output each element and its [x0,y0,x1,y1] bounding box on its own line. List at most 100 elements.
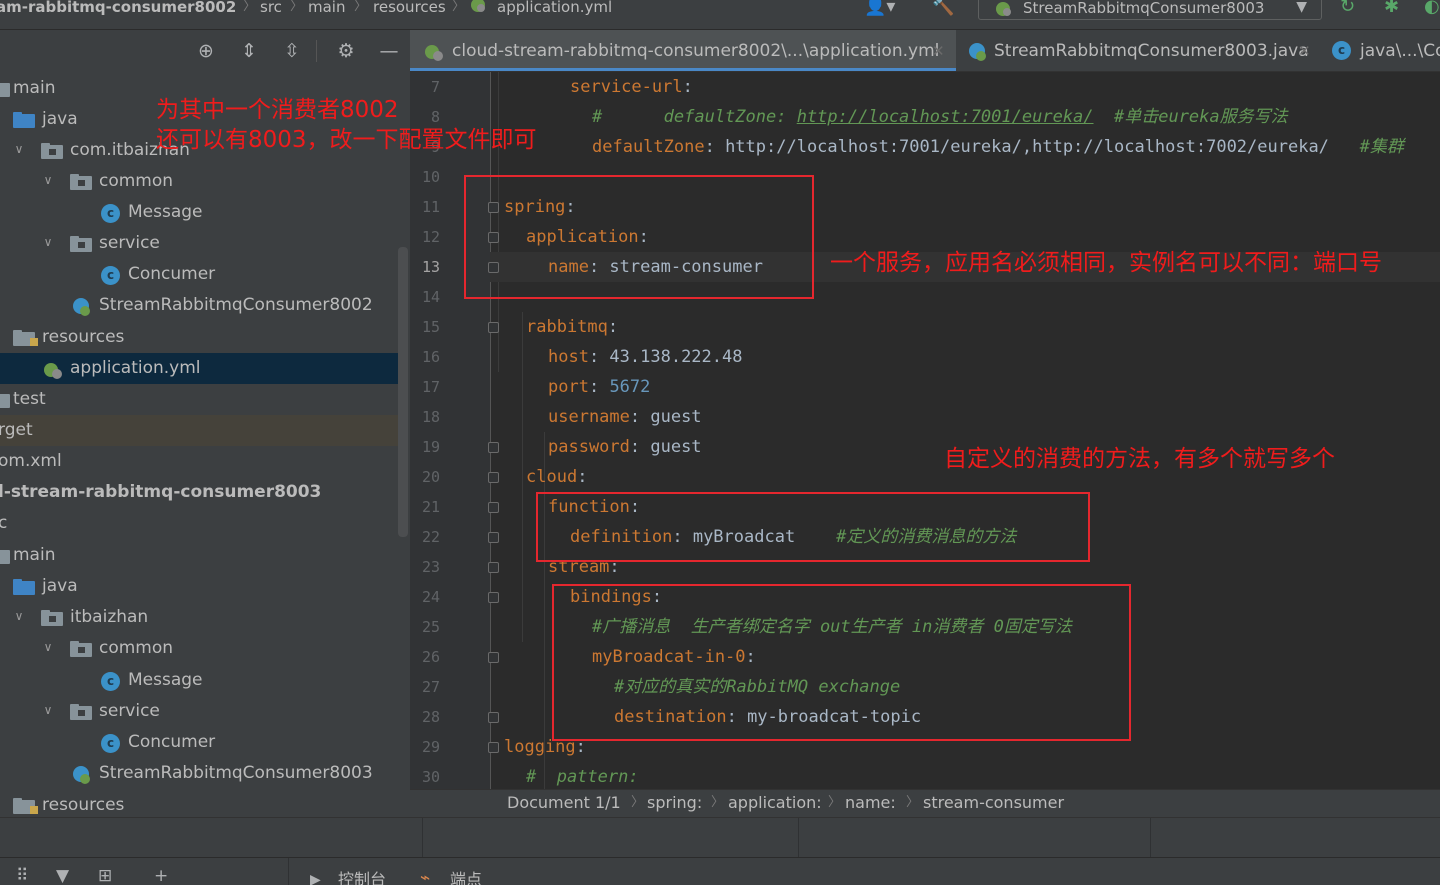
add-frame-icon[interactable]: ⊞ [98,866,112,885]
line-number: 22 [421,528,440,546]
tree-item-main-class-8002[interactable]: StreamRabbitmqConsumer8002 [0,290,398,321]
breadcrumb-application[interactable]: application: [728,793,822,813]
package-icon [70,641,92,657]
run-configuration-select[interactable]: StreamRabbitmqConsumer8003 ▼ [978,0,1322,20]
chevron-down-icon[interactable]: ∨ [41,235,55,249]
tab-label: StreamRabbitmqConsumer8003.java [994,41,1309,61]
tree-item-common[interactable]: ∨ common [0,633,398,664]
breadcrumb-resources[interactable]: resources [373,0,446,16]
line-number: 30 [421,768,440,786]
source-folder-icon [13,579,35,595]
build-hammer-icon[interactable]: 🔨 [932,0,954,16]
console-tab-label[interactable]: 控制台 [338,870,386,885]
close-icon[interactable]: ✕ [1298,41,1311,61]
resources-badge-icon [30,806,38,814]
line-number: 11 [421,198,440,216]
fold-marker-icon[interactable] [488,592,499,603]
tree-item-label: java [42,576,78,596]
tree-item-src[interactable]: c [0,508,398,539]
tree-item-java[interactable]: java [0,571,398,602]
tree-item-main-class-8003[interactable]: StreamRabbitmqConsumer8003 [0,758,398,789]
tree-item-label: java [42,109,78,129]
code-line[interactable]: rabbitmq: [526,312,618,342]
breadcrumb-module[interactable]: am-rabbitmq-consumer8002 [0,0,236,16]
tree-item-service[interactable]: ∨ service [0,696,398,727]
code-line[interactable]: # pattern: [526,762,639,789]
breadcrumb-name[interactable]: name: [845,793,896,813]
expand-all-icon[interactable]: ⇕ [237,39,261,63]
gear-icon[interactable]: ⚙ [334,39,358,63]
grid-layout-icon[interactable]: ⠿ [16,866,28,885]
tab-consumer8003-java[interactable]: StreamRabbitmqConsumer8003.java ✕ [956,30,1322,71]
tree-item-resources[interactable]: resources [0,790,398,817]
user-account-icon[interactable]: 👤▾ [864,0,895,16]
chevron-down-icon[interactable]: ∨ [41,703,55,717]
breadcrumb-src[interactable]: src [260,0,282,16]
locate-file-icon[interactable]: ⊕ [194,39,218,63]
line-number: 19 [421,438,440,456]
tree-item-concumer-class[interactable]: c Concumer [0,259,398,290]
tree-item-resources[interactable]: resources [0,322,398,353]
spring-boot-icon [996,2,1011,16]
collapse-all-icon[interactable]: ⇳ [280,39,304,63]
fold-marker-icon[interactable] [488,742,499,753]
scrollbar-thumb[interactable] [398,247,408,537]
rerun-icon[interactable]: ↻ [1340,0,1355,16]
chevron-down-icon[interactable]: ∨ [12,609,26,623]
tree-item-concumer-class[interactable]: c Concumer [0,727,398,758]
chevron-down-icon[interactable]: ∨ [41,173,55,187]
code-line[interactable]: host: 43.138.222.48 [548,342,742,372]
fold-marker-icon[interactable] [488,502,499,513]
breadcrumb-spring[interactable]: spring: [647,793,702,813]
tree-item-module-8003[interactable]: l-stream-rabbitmq-consumer8003 [0,477,398,508]
tree-item-message-class[interactable]: c Message [0,665,398,696]
tab-java[interactable]: c java\...\Co [1322,30,1440,71]
tree-item-package[interactable]: ∨ itbaizhan [0,602,398,633]
chevron-down-icon[interactable]: ∨ [41,640,55,654]
debug-bug-icon[interactable]: ✱ [1384,0,1399,16]
fold-marker-icon[interactable] [488,652,499,663]
code-line[interactable]: password: guest [548,432,702,462]
tree-item-service[interactable]: ∨ service [0,228,398,259]
class-icon: c [1332,41,1351,60]
tree-item-label: service [99,701,160,721]
tree-item-application-yml[interactable]: application.yml [0,353,398,384]
breadcrumb-separator: 〉 [906,795,920,810]
tree-item-pom[interactable]: om.xml [0,446,398,477]
breadcrumb-main[interactable]: main [308,0,345,16]
breadcrumb-separator: 〉 [243,0,257,14]
coverage-icon[interactable]: ◐ [1424,0,1440,16]
add-icon[interactable]: + [154,866,168,885]
code-line[interactable]: username: guest [548,402,702,432]
tree-item-message-class[interactable]: c Message [0,197,398,228]
fold-marker-icon[interactable] [488,562,499,573]
filter-icon[interactable]: ▼ [56,866,69,885]
close-icon[interactable]: ✕ [932,41,945,61]
tree-item-test[interactable]: test [0,384,398,415]
fold-marker-icon[interactable] [488,532,499,543]
endpoints-tab-label[interactable]: 端点 [450,870,482,885]
fold-marker-icon[interactable] [488,712,499,723]
code-line[interactable]: port: 5672 [548,372,650,402]
tab-application-yml[interactable]: cloud-stream-rabbitmq-consumer8002\...\a… [410,30,956,71]
tree-item-target[interactable]: rget [0,415,398,446]
annotation-note-method: 自定义的消费的方法，有多个就写多个 [944,446,1335,472]
code-line[interactable]: cloud: [526,462,587,492]
code-line[interactable]: # defaultZone: http://localhost:7001/eur… [592,102,1288,132]
breadcrumb-value[interactable]: stream-consumer [923,793,1064,813]
breadcrumb-document[interactable]: Document 1/1 [507,793,621,813]
chevron-down-icon[interactable]: ∨ [12,142,26,156]
tree-item-common[interactable]: ∨ common [0,166,398,197]
fold-marker-icon[interactable] [488,442,499,453]
hide-panel-icon[interactable]: — [377,39,401,63]
package-icon [70,704,92,720]
tree-item-main[interactable]: main [0,540,398,571]
line-number: 10 [421,168,440,186]
breadcrumb-file[interactable]: application.yml [497,0,612,16]
fold-marker-icon[interactable] [488,472,499,483]
fold-marker-icon[interactable] [488,322,499,333]
project-tree-scrollbar[interactable] [398,72,410,817]
tree-item-label: Message [128,202,203,222]
code-line[interactable]: service-url: [570,72,693,102]
code-line[interactable]: defaultZone: http://localhost:7001/eurek… [592,132,1404,162]
